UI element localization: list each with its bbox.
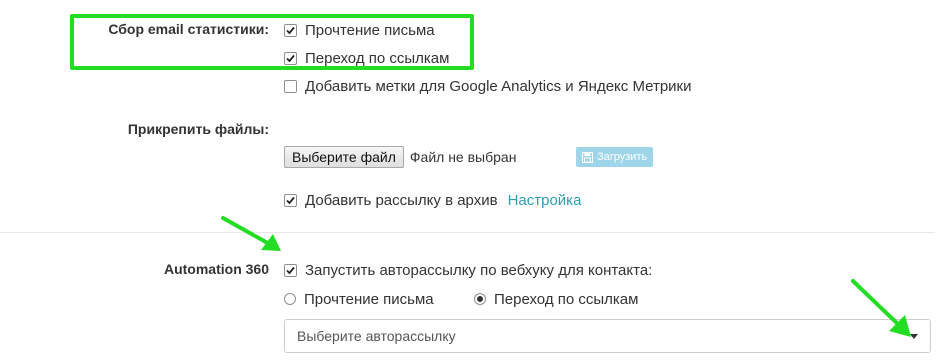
archive-settings-link[interactable]: Настройка: [508, 192, 582, 209]
annotation-arrow-icon: [221, 216, 281, 251]
check-icon: [286, 266, 295, 274]
stats-utm-label: Добавить метки для Google Analytics и Ян…: [305, 77, 692, 95]
radio-click-label: Переход по ссылкам: [494, 290, 639, 308]
save-icon: [582, 151, 593, 163]
choose-file-button[interactable]: Выберите файл: [284, 146, 404, 168]
radio-click-row[interactable]: Переход по ссылкам: [474, 288, 638, 310]
section-divider: [0, 232, 935, 233]
webhook-checkbox[interactable]: [284, 263, 297, 277]
upload-button-wrap[interactable]: Загрузить: [576, 146, 654, 168]
upload-button-label: Загрузить: [597, 151, 648, 163]
file-input[interactable]: Выберите файл Файл не выбран: [284, 146, 516, 168]
annotation-highlight-box: [70, 14, 474, 70]
automation-label: Automation 360: [163, 261, 269, 277]
attach-label: Прикрепить файлы:: [127, 121, 269, 137]
radio-read-label: Прочтение письма: [304, 290, 434, 308]
archive-checkbox[interactable]: [284, 193, 297, 207]
webhook-label: Запустить авторассылку по вебхуку для ко…: [305, 261, 653, 279]
upload-button[interactable]: Загрузить: [576, 147, 654, 167]
stats-utm-row[interactable]: Добавить метки для Google Analytics и Ян…: [284, 75, 691, 97]
stats-utm-checkbox[interactable]: [284, 79, 297, 93]
check-icon: [286, 196, 295, 204]
autoresponder-select[interactable]: Выберите авторассылку: [284, 319, 931, 353]
archive-label: Добавить рассылку в архив: [305, 191, 498, 209]
radio-click[interactable]: [474, 293, 486, 305]
autoresponder-select-value: Выберите авторассылку: [297, 328, 456, 344]
radio-read[interactable]: [284, 293, 296, 305]
no-file-text: Файл не выбран: [409, 149, 517, 165]
archive-row[interactable]: Добавить рассылку в архив Настройка: [284, 189, 581, 211]
radio-read-row[interactable]: Прочтение письма: [284, 288, 434, 310]
webhook-row[interactable]: Запустить авторассылку по вебхуку для ко…: [284, 259, 652, 281]
annotation-arrow-icon: [851, 279, 911, 337]
